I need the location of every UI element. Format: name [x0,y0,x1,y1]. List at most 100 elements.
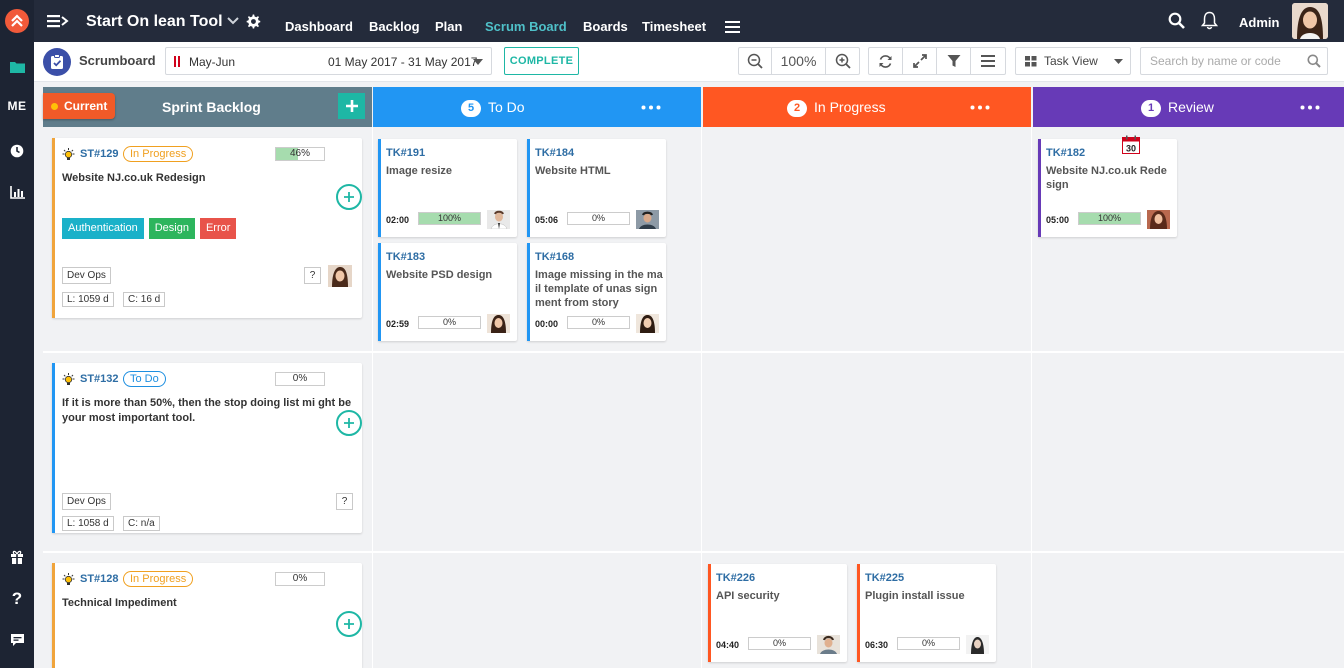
list-menu-button[interactable] [971,48,1005,74]
top-navbar: Start On lean Tool Dashboard Backlog Pla… [34,0,1344,42]
add-task-button[interactable] [336,611,362,637]
lightbulb-icon [62,148,75,160]
task-progress: 100% [1078,212,1141,225]
task-status-bar [378,243,381,341]
rail-me[interactable]: ME [0,93,34,119]
gear-icon[interactable] [246,14,261,29]
story-code[interactable]: ST#128 [80,573,119,585]
assignee-avatar[interactable] [1147,210,1170,229]
task-card[interactable]: 30 TK#182 Website NJ.co.uk Rede sign 05:… [1038,135,1177,237]
user-name[interactable]: Admin [1239,15,1279,30]
tag-error[interactable]: Error [199,218,237,239]
task-card[interactable]: TK#183 Website PSD design 02:59 0% [378,243,517,341]
story-status-bar [52,138,55,318]
story-title: Website NJ.co.uk Redesign [62,172,206,184]
task-code[interactable]: TK#168 [535,251,574,263]
column-title: In Progress [814,99,886,115]
story-card[interactable]: ST#128 In Progress 0% Technical Impedime… [52,563,362,668]
user-avatar[interactable] [1292,3,1328,39]
task-progress: 0% [418,316,481,329]
assignee-avatar[interactable] [817,635,840,654]
help-icon[interactable]: ? [0,586,34,612]
assignee-avatar[interactable] [487,210,510,229]
task-card[interactable]: TK#184 Website HTML 05:06 0% [527,139,666,237]
assignee-avatar[interactable] [636,314,659,333]
task-code[interactable]: TK#184 [535,147,574,159]
board-actions [868,47,1006,75]
task-code[interactable]: TK#226 [716,572,755,584]
view-select-label: Task View [1044,54,1098,68]
search-icon[interactable] [1168,12,1185,29]
task-status-bar [857,564,860,662]
story-question-badge[interactable]: ? [336,493,353,510]
current-sprint-tag[interactable]: Current [43,93,115,119]
assignee-avatar[interactable] [966,635,989,654]
nav-plan[interactable]: Plan [435,19,462,34]
column-review: 1 Review [1033,87,1344,127]
task-progress-label: 0% [591,213,605,223]
bar-chart-icon[interactable] [0,179,34,205]
fullscreen-button[interactable] [903,48,937,74]
app-title[interactable]: Start On lean Tool [86,13,223,31]
more-options-icon[interactable] [641,105,661,110]
nav-scrum-board[interactable]: Scrum Board [485,19,567,34]
tag-authentication[interactable]: Authentication [62,218,144,239]
zoom-in-button[interactable] [826,48,859,74]
bell-icon[interactable] [1201,11,1218,30]
folder-icon[interactable] [0,54,34,80]
clock-icon[interactable] [0,138,34,164]
chevron-down-icon[interactable] [227,16,239,26]
chat-icon[interactable] [0,627,34,653]
board-search-input[interactable] [1141,48,1301,74]
search-icon[interactable] [1307,54,1321,68]
add-task-button[interactable] [336,184,362,210]
filter-button[interactable] [937,48,971,74]
sprint-flag-icon [174,56,180,67]
refresh-button[interactable] [869,48,903,74]
story-code[interactable]: ST#132 [80,373,119,385]
task-card[interactable]: TK#225 Plugin install issue 06:30 0% [857,564,996,662]
scrum-board: Current Sprint Backlog 5 To Do 2 In Progre… [43,87,1344,668]
task-card[interactable]: TK#168 Image missing in the mail templat… [527,243,666,341]
column-divider [372,127,373,668]
story-card[interactable]: ST#132 To Do 0% If it is more than 50%, … [52,363,362,533]
more-options-icon[interactable] [1300,105,1320,110]
gift-icon[interactable] [0,544,34,570]
task-code[interactable]: TK#191 [386,147,425,159]
column-title: Sprint Backlog [162,99,261,115]
tag-design[interactable]: Design [148,218,195,239]
assignee-avatar[interactable] [328,265,352,287]
calendar-icon[interactable]: 30 [1122,135,1140,154]
task-code[interactable]: TK#182 [1046,147,1085,159]
task-card[interactable]: TK#226 API security 04:40 0% [708,564,847,662]
nav-boards[interactable]: Boards [583,19,628,34]
story-question-badge[interactable]: ? [304,267,321,284]
complete-sprint-button[interactable]: COMPLETE [504,47,579,75]
story-code[interactable]: ST#129 [80,148,119,160]
assignee-avatar[interactable] [636,210,659,229]
task-card[interactable]: TK#191 Image resize 02:00 100% [378,139,517,237]
assignee-avatar[interactable] [487,314,510,333]
app-logo-icon[interactable] [5,9,29,33]
task-code[interactable]: TK#225 [865,572,904,584]
view-select[interactable]: Task View [1015,47,1131,75]
task-code[interactable]: TK#183 [386,251,425,263]
task-time: 00:00 [535,319,559,329]
add-task-button[interactable] [336,410,362,436]
scrumboard-icon [43,48,71,76]
nav-dashboard[interactable]: Dashboard [285,19,353,34]
column-title: To Do [488,99,525,115]
sprint-select[interactable]: May-Jun 01 May 2017 - 31 May 2017 [165,47,492,75]
swimlane-divider [43,551,1344,553]
nav-backlog[interactable]: Backlog [369,19,420,34]
nav-timesheet[interactable]: Timesheet [642,19,706,34]
zoom-out-button[interactable] [739,48,772,74]
task-progress-label: 0% [921,638,935,648]
task-title: API security [716,590,780,602]
menu-toggle-icon[interactable] [47,12,69,30]
more-menu-icon[interactable] [725,21,740,33]
story-card[interactable]: ST#129 In Progress 46% Website NJ.co.uk … [52,138,362,318]
swimlane-divider [43,351,1344,353]
add-story-button[interactable] [338,93,365,119]
more-options-icon[interactable] [970,105,990,110]
